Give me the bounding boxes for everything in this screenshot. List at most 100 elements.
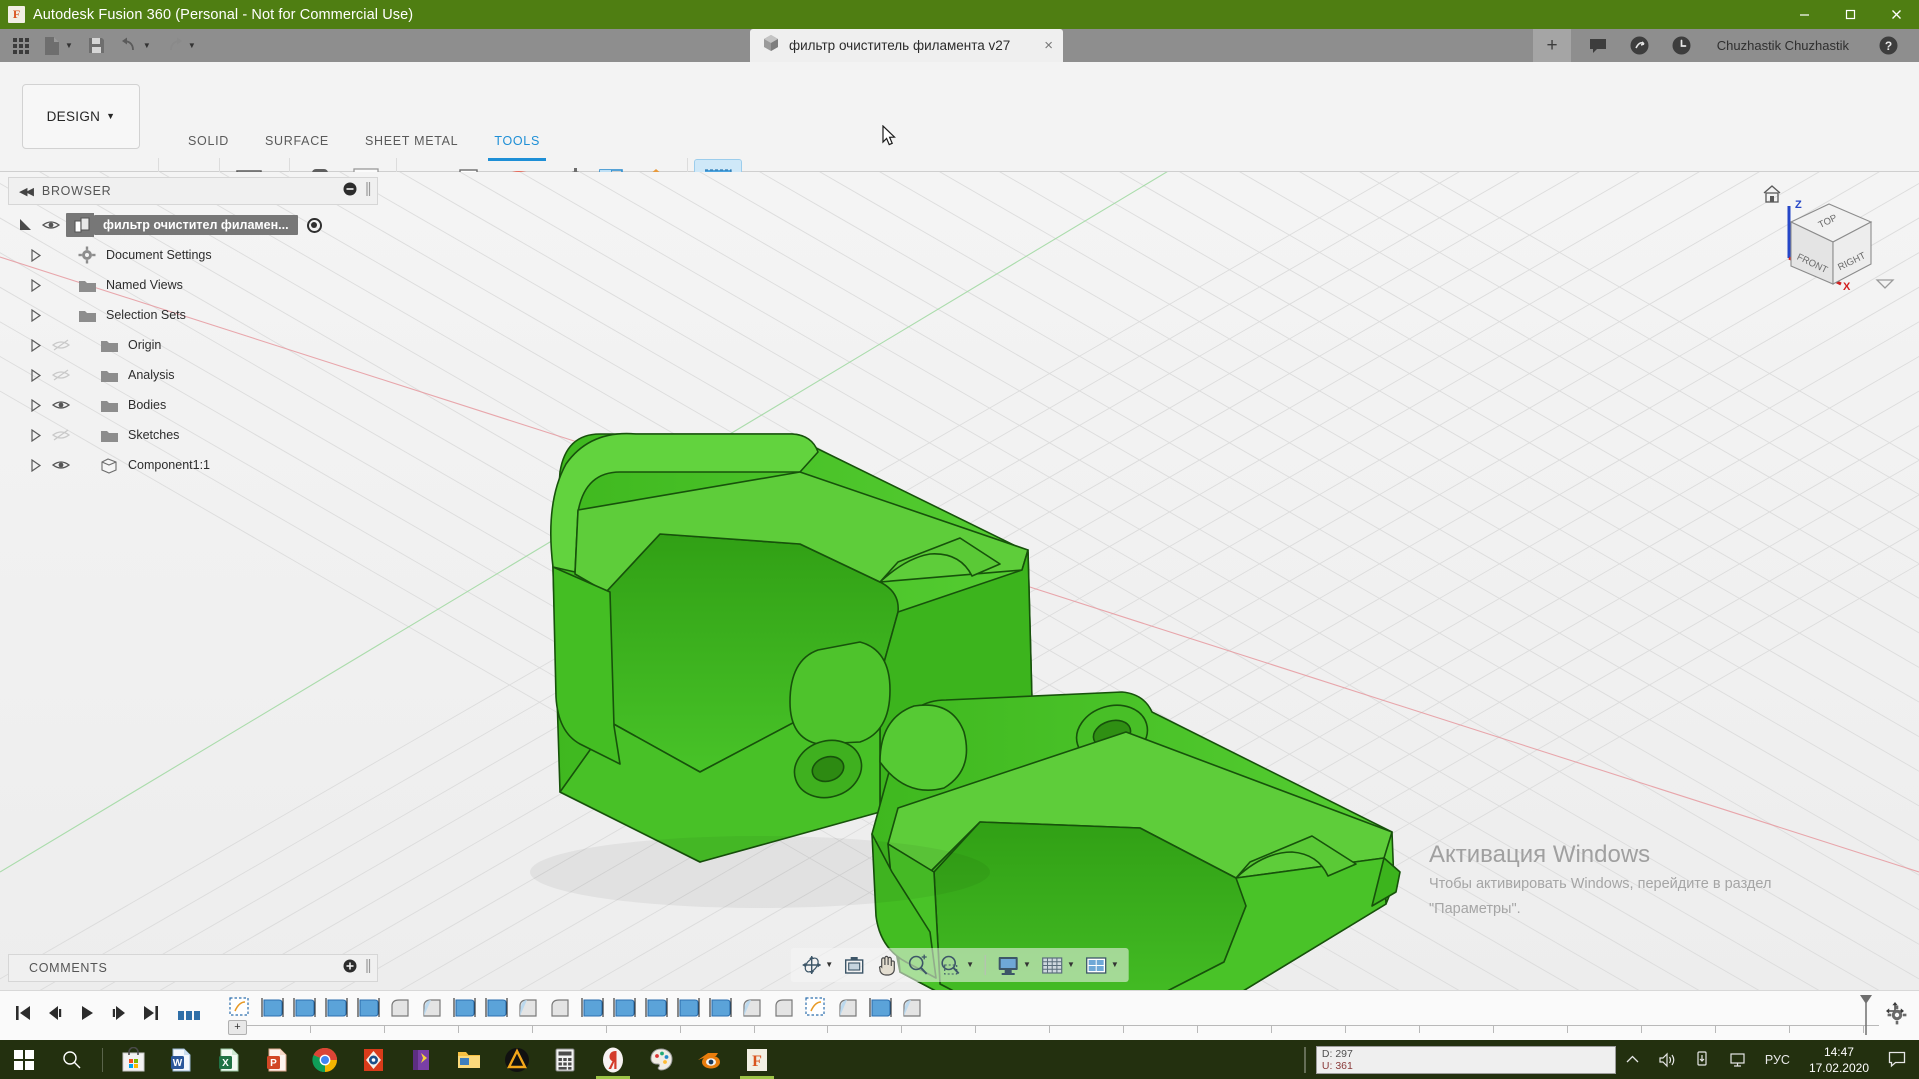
comment-icon[interactable] bbox=[1577, 29, 1619, 62]
powerpoint-icon[interactable]: P bbox=[253, 1040, 301, 1079]
save-button[interactable] bbox=[80, 29, 113, 62]
file-explorer-icon[interactable] bbox=[445, 1040, 493, 1079]
blender-icon[interactable] bbox=[685, 1040, 733, 1079]
expander-collapsed-icon[interactable] bbox=[28, 307, 44, 323]
taskbar-clock[interactable]: 14:47 17.02.2020 bbox=[1799, 1044, 1879, 1076]
new-file-button[interactable]: ▼ bbox=[36, 29, 80, 62]
expander-collapsed-icon[interactable] bbox=[28, 247, 44, 263]
volume-icon[interactable] bbox=[1649, 1040, 1686, 1079]
zoom-button[interactable] bbox=[903, 950, 933, 980]
document-tab-close-icon[interactable]: × bbox=[1044, 38, 1053, 53]
undo-button[interactable]: ▼ bbox=[113, 29, 158, 62]
timeline-feature-fillet[interactable] bbox=[770, 995, 799, 1020]
timeline-feature-fillet[interactable] bbox=[834, 995, 863, 1020]
zoom-window-button[interactable]: ▼ bbox=[935, 950, 978, 980]
show-hidden-icons-icon[interactable] bbox=[1616, 1040, 1649, 1079]
tree-row-selection-sets[interactable]: Selection Sets bbox=[8, 300, 378, 330]
timeline-settings-icon[interactable] bbox=[1887, 1005, 1907, 1030]
timeline-feature-extrude[interactable] bbox=[354, 995, 383, 1020]
timeline-feature-extrude[interactable] bbox=[450, 995, 479, 1020]
step-back-button[interactable] bbox=[46, 1004, 64, 1027]
viewports-button[interactable]: ▼ bbox=[1081, 950, 1123, 980]
calculator-icon[interactable] bbox=[541, 1040, 589, 1079]
autodesk-icon[interactable] bbox=[493, 1040, 541, 1079]
collapse-left-icon[interactable]: ◀◀ bbox=[19, 185, 34, 198]
timeline-feature-fillet[interactable] bbox=[514, 995, 543, 1020]
tree-row-component1[interactable]: Component1:1 bbox=[8, 450, 378, 480]
orbit-button[interactable]: ▼ bbox=[796, 950, 837, 980]
chevron-down-icon[interactable]: ▼ bbox=[825, 961, 833, 969]
timeline-feature-fillet[interactable] bbox=[546, 995, 575, 1020]
play-button[interactable] bbox=[78, 1004, 96, 1027]
excel-icon[interactable]: X bbox=[205, 1040, 253, 1079]
expander-collapsed-icon[interactable] bbox=[28, 277, 44, 293]
action-center-icon[interactable] bbox=[1879, 1040, 1915, 1079]
end-marker-icon[interactable] bbox=[1857, 993, 1875, 1042]
look-at-button[interactable] bbox=[839, 950, 870, 980]
tree-row-origin[interactable]: Origin bbox=[8, 330, 378, 360]
timeline-feature-sketch[interactable] bbox=[802, 995, 831, 1020]
new-tab-button[interactable]: + bbox=[1533, 29, 1571, 62]
timeline-feature-extrude[interactable] bbox=[578, 995, 607, 1020]
notification-icon[interactable] bbox=[1619, 29, 1661, 62]
grip-icon[interactable] bbox=[365, 958, 371, 979]
chevron-down-icon[interactable]: ▼ bbox=[966, 961, 974, 969]
timeline-feature-fillet[interactable] bbox=[738, 995, 767, 1020]
timeline-feature-fillet[interactable] bbox=[386, 995, 415, 1020]
visibility-hidden-icon[interactable] bbox=[50, 367, 72, 383]
minus-circle-icon[interactable] bbox=[343, 182, 357, 201]
tree-row-analysis[interactable]: Analysis bbox=[8, 360, 378, 390]
visibility-eye-icon[interactable] bbox=[50, 457, 72, 473]
tab-solid[interactable]: SOLID bbox=[170, 134, 247, 156]
view-cube[interactable]: Z X TOP FRONT RIGHT bbox=[1761, 180, 1901, 300]
timeline-feature-extrude[interactable] bbox=[642, 995, 671, 1020]
grid-snaps-button[interactable]: ▼ bbox=[1037, 950, 1079, 980]
job-status-icon[interactable] bbox=[1661, 29, 1703, 62]
tab-surface[interactable]: SURFACE bbox=[247, 134, 347, 156]
document-tab[interactable]: фильтр очиститель филамента v27 × bbox=[750, 29, 1064, 62]
tree-row-bodies[interactable]: Bodies bbox=[8, 390, 378, 420]
tab-sheet-metal[interactable]: SHEET METAL bbox=[347, 134, 476, 156]
display-settings-button[interactable]: ▼ bbox=[993, 950, 1035, 980]
step-forward-button[interactable] bbox=[110, 1004, 128, 1027]
chrome-icon[interactable] bbox=[301, 1040, 349, 1079]
timeline-feature-extrude[interactable] bbox=[674, 995, 703, 1020]
tree-row-document-settings[interactable]: Document Settings bbox=[8, 240, 378, 270]
expander-collapsed-icon[interactable] bbox=[28, 457, 44, 473]
visibility-hidden-icon[interactable] bbox=[50, 337, 72, 353]
go-to-end-button[interactable] bbox=[142, 1004, 160, 1027]
paint-icon[interactable] bbox=[637, 1040, 685, 1079]
timeline-feature-extrude[interactable] bbox=[866, 995, 895, 1020]
network-icon[interactable] bbox=[1719, 1040, 1756, 1079]
app-grid-button[interactable] bbox=[6, 29, 36, 62]
timeline-feature-sketch[interactable] bbox=[226, 995, 255, 1020]
tree-row-named-views[interactable]: Named Views bbox=[8, 270, 378, 300]
microsoft-store-icon[interactable] bbox=[109, 1040, 157, 1079]
tree-row-sketches[interactable]: Sketches bbox=[8, 420, 378, 450]
chevron-down-icon[interactable]: ▼ bbox=[1111, 961, 1119, 969]
chevron-down-icon[interactable]: ▼ bbox=[1023, 961, 1031, 969]
language-indicator[interactable]: РУС bbox=[1756, 1040, 1799, 1079]
media-player-icon[interactable] bbox=[349, 1040, 397, 1079]
timeline-feature-extrude[interactable] bbox=[290, 995, 319, 1020]
maximize-button[interactable] bbox=[1827, 0, 1873, 29]
search-icon[interactable] bbox=[48, 1040, 96, 1079]
expander-expanded-icon[interactable] bbox=[18, 217, 34, 233]
timeline-add-button[interactable]: + bbox=[228, 1019, 247, 1035]
tree-row-root[interactable]: фильтр очистител филамен... bbox=[8, 210, 378, 240]
expander-collapsed-icon[interactable] bbox=[28, 367, 44, 383]
expander-collapsed-icon[interactable] bbox=[28, 427, 44, 443]
usb-eject-icon[interactable] bbox=[1686, 1040, 1719, 1079]
fusion-360-icon[interactable]: F bbox=[733, 1040, 781, 1079]
timeline-feature-extrude[interactable] bbox=[610, 995, 639, 1020]
timeline-feature-fillet[interactable] bbox=[898, 995, 927, 1020]
activate-component-radio[interactable] bbox=[306, 217, 322, 233]
word-icon[interactable]: W bbox=[157, 1040, 205, 1079]
close-button[interactable] bbox=[1873, 0, 1919, 29]
tab-tools[interactable]: TOOLS bbox=[476, 134, 558, 161]
visibility-eye-icon[interactable] bbox=[40, 217, 62, 233]
visibility-eye-icon[interactable] bbox=[50, 397, 72, 413]
minimize-button[interactable] bbox=[1781, 0, 1827, 29]
home-icon[interactable] bbox=[1761, 184, 1783, 209]
timeline-track[interactable]: + bbox=[226, 993, 1919, 1039]
